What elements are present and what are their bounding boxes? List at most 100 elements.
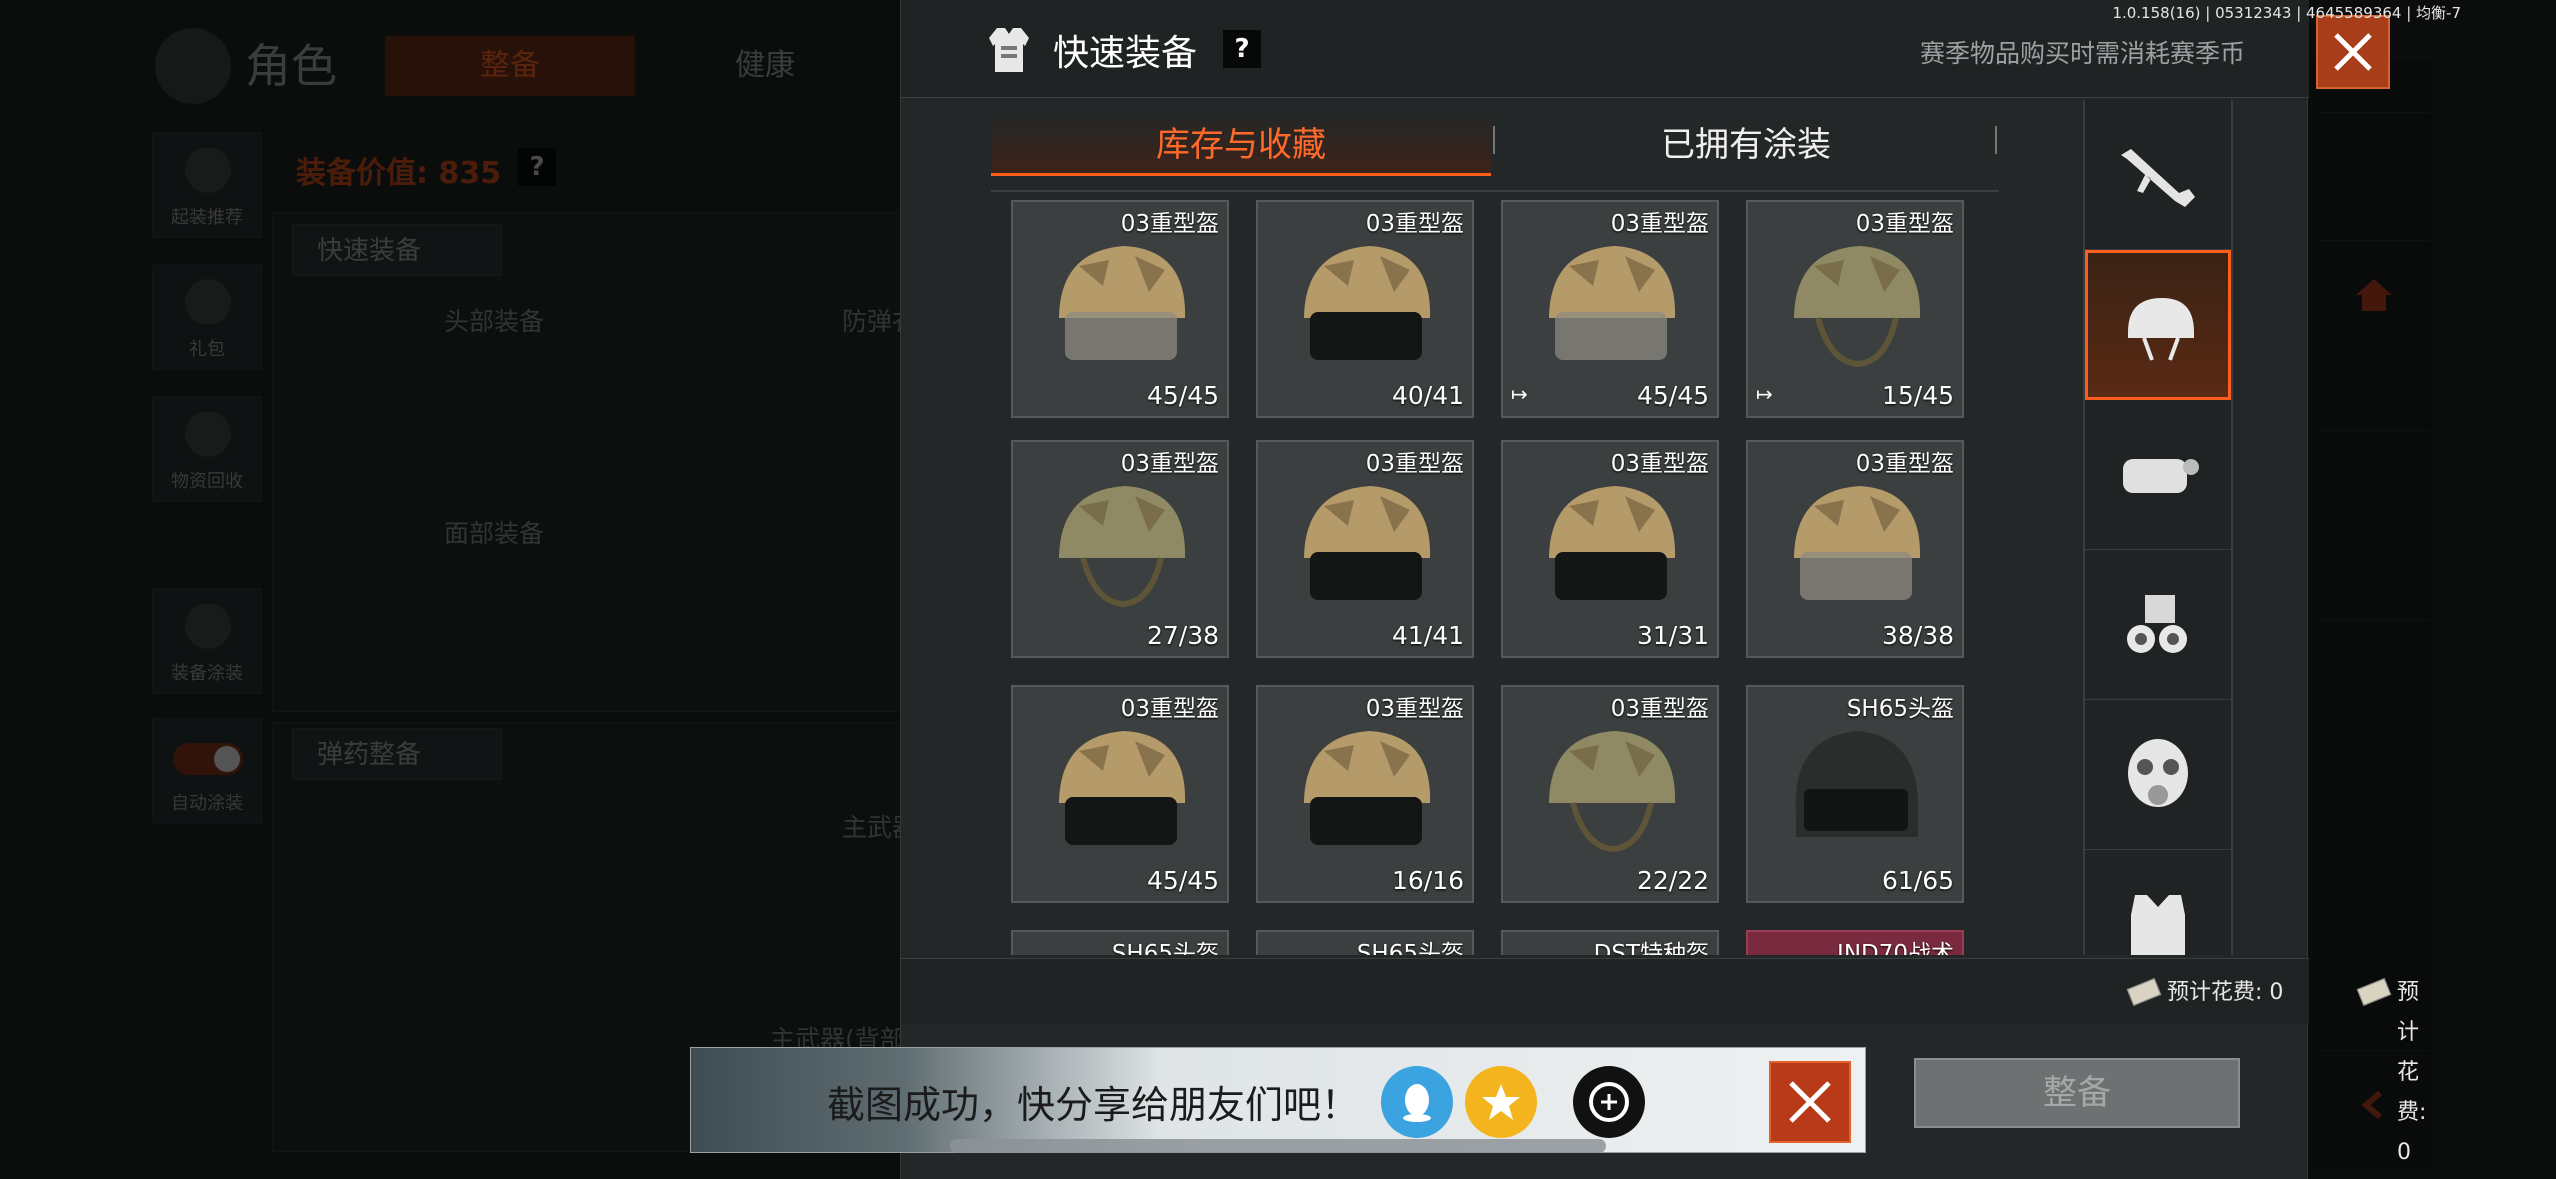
cash-icon <box>2356 978 2392 1006</box>
modal-tabs: 库存与收藏 已拥有涂装 <box>991 100 1999 192</box>
role-title: 角色 <box>245 39 337 93</box>
sidebar-skin[interactable]: 装备涂装 <box>152 588 262 694</box>
share-qzone-button[interactable] <box>1465 1066 1537 1138</box>
quick-equip-modal: 快速装备 ? 赛季物品购买时需消耗赛季币 库存与收藏 已拥有涂装 03重型盔 45… <box>900 0 2426 1179</box>
category-column <box>2083 100 2233 955</box>
skin-icon <box>185 603 231 649</box>
inventory-item[interactable]: SH65头盔 61/65 <box>1746 685 1964 903</box>
inventory-item[interactable]: 03重型盔 45/45 ↦ <box>1501 200 1719 418</box>
sidebar-loadout-recommend[interactable]: 起装推荐 <box>152 132 262 238</box>
category-night-vision[interactable] <box>2085 550 2231 700</box>
inventory-item[interactable]: IND70战术 <box>1746 930 1964 955</box>
night-vision-icon <box>2127 595 2187 653</box>
close-icon <box>2334 33 2372 71</box>
inventory-item[interactable]: 03重型盔 45/45 <box>1011 685 1229 903</box>
item-durability: 15/45 <box>1881 381 1954 410</box>
sidebar-gift[interactable]: 礼包 <box>152 264 262 370</box>
helmet-image <box>1304 731 1431 845</box>
armor-vest-icon <box>989 28 1029 72</box>
inventory-item[interactable]: DST特种盔 <box>1501 930 1719 955</box>
item-name: 03重型盔 <box>1855 451 1954 477</box>
auto-skin-toggle[interactable] <box>173 743 243 775</box>
tab-divider <box>1493 126 1495 154</box>
gift-icon <box>185 279 231 325</box>
inventory-item[interactable]: 03重型盔 41/41 <box>1256 440 1474 658</box>
moments-icon <box>1589 1082 1629 1122</box>
tab-inventory[interactable]: 库存与收藏 <box>991 114 1491 176</box>
helmet-image <box>1059 246 1186 360</box>
quick-equip-button[interactable]: 快速装备 <box>292 224 502 276</box>
helmet-icon <box>2128 298 2194 361</box>
item-name: 03重型盔 <box>1120 211 1219 237</box>
rail-home-icon[interactable] <box>2318 240 2430 348</box>
inventory-item[interactable]: SH65头盔 <box>1256 930 1474 955</box>
inventory-item[interactable]: 03重型盔 38/38 <box>1746 440 1964 658</box>
helmet-image <box>1549 486 1676 600</box>
item-name: 03重型盔 <box>1610 211 1709 237</box>
equip-button[interactable]: 整备 <box>1914 1058 2240 1128</box>
qq-icon <box>1403 1084 1431 1122</box>
item-name: 03重型盔 <box>1365 211 1464 237</box>
helmet-image <box>1549 731 1676 853</box>
item-name: 03重型盔 <box>1365 696 1464 722</box>
modal-help-button[interactable]: ? <box>1223 30 1261 68</box>
transfer-icon: ↦ <box>1756 382 1773 406</box>
share-qq-button[interactable] <box>1381 1066 1453 1138</box>
slot-face-label: 面部装备 <box>444 519 545 548</box>
inventory-item[interactable]: SH65头盔 <box>1011 930 1229 955</box>
rail-armor-icon[interactable] <box>2318 430 2430 538</box>
inventory-item[interactable]: 03重型盔 22/22 <box>1501 685 1719 903</box>
cash-icon <box>2126 978 2162 1006</box>
sidebar-auto-skin[interactable]: 自动涂装 <box>152 718 262 824</box>
modal-header: 快速装备 ? 赛季物品购买时需消耗赛季币 <box>901 0 2309 98</box>
item-name: 03重型盔 <box>1365 451 1464 477</box>
item-durability: 45/45 <box>1146 866 1219 895</box>
item-name: SH65头盔 <box>1111 941 1219 955</box>
toast-close-button[interactable] <box>1769 1061 1851 1143</box>
item-durability: 61/65 <box>1881 866 1954 895</box>
helmet-image <box>1794 246 1921 368</box>
close-modal-button[interactable] <box>2316 15 2390 89</box>
share-toast: 截图成功，快分享给朋友们吧！ <box>690 1047 1866 1153</box>
sidebar-recycle[interactable]: 物资回收 <box>152 396 262 502</box>
role-logo <box>155 28 231 104</box>
item-durability: 45/45 <box>1146 381 1219 410</box>
helmet-image <box>1059 486 1186 608</box>
slot-head-label: 头部装备 <box>444 307 545 336</box>
helmet-image <box>1059 731 1186 845</box>
inventory-item[interactable]: 03重型盔 40/41 <box>1256 200 1474 418</box>
toast-text: 截图成功，快分享给朋友们吧！ <box>827 1083 1360 1127</box>
inventory-item[interactable]: 03重型盔 31/31 <box>1501 440 1719 658</box>
item-durability: 40/41 <box>1391 381 1464 410</box>
inventory-item[interactable]: 03重型盔 16/16 <box>1256 685 1474 903</box>
tab-owned-skins[interactable]: 已拥有涂装 <box>1496 114 1996 176</box>
share-moments-button[interactable] <box>1573 1066 1645 1138</box>
rail-rifle-icon[interactable] <box>2318 620 2430 728</box>
tab-equip[interactable]: 整备 <box>385 36 635 96</box>
item-durability: 41/41 <box>1391 621 1464 650</box>
item-name: SH65头盔 <box>1356 941 1464 955</box>
item-name: 03重型盔 <box>1610 451 1709 477</box>
inventory-item[interactable]: 03重型盔 15/45 ↦ <box>1746 200 1964 418</box>
inventory-item[interactable]: 03重型盔 45/45 <box>1011 200 1229 418</box>
season-note: 赛季物品购买时需消耗赛季币 <box>1919 39 2245 68</box>
close-icon <box>1789 1081 1831 1123</box>
estimated-cost-2: 预计花费: 0 <box>2351 973 2426 1165</box>
inventory-item[interactable]: 03重型盔 27/38 <box>1011 440 1229 658</box>
category-vest[interactable] <box>2085 850 2231 955</box>
tab-divider <box>1995 126 1997 154</box>
item-name: 03重型盔 <box>1855 211 1954 237</box>
rail-sort-icon[interactable] <box>2318 112 2430 220</box>
help-icon[interactable]: ? <box>518 148 556 186</box>
helmet-image <box>1549 246 1676 360</box>
item-name: 03重型盔 <box>1120 451 1219 477</box>
ammo-button[interactable]: 弹药整备 <box>292 728 502 780</box>
tab-health[interactable]: 健康 <box>680 36 850 96</box>
category-helmet[interactable] <box>2085 250 2231 400</box>
item-durability: 45/45 <box>1636 381 1709 410</box>
category-gas-mask[interactable] <box>2085 700 2231 850</box>
category-headset[interactable] <box>2085 400 2231 550</box>
soldier-icon <box>185 147 231 193</box>
category-rifle[interactable] <box>2085 100 2231 250</box>
scrollbar[interactable] <box>950 1139 1606 1153</box>
